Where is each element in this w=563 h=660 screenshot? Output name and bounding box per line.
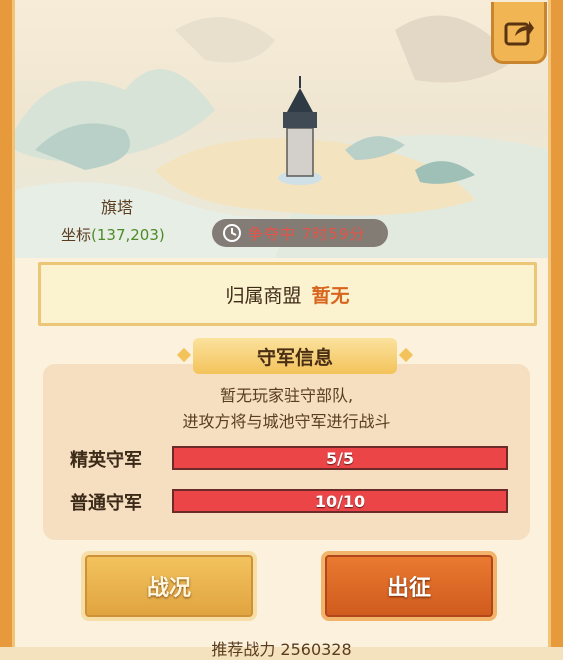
march-button[interactable]: 出征: [321, 551, 497, 621]
normal-defense-bar: 10/10: [172, 489, 508, 513]
coordinate-label: 坐标: [61, 226, 92, 244]
normal-defense-label: 普通守军: [70, 493, 142, 514]
share-icon: [504, 20, 534, 45]
alliance-label: 归属商盟: [225, 284, 302, 307]
building-name: 旗塔: [101, 198, 134, 217]
contest-timer: 争夺中 7时59分: [212, 219, 388, 247]
alliance-owner-box: 归属商盟 暂无: [38, 262, 537, 326]
elite-defense-label: 精英守军: [70, 450, 142, 471]
defense-info-title: 守军信息: [193, 338, 397, 374]
tower-panel: 旗塔 坐标(137,203) 争夺中 7时59分 归属商盟 暂无 守军信息 暂无…: [12, 0, 551, 647]
elite-defense-bar: 5/5: [172, 446, 508, 470]
coordinate-value[interactable]: (137,203): [91, 226, 165, 244]
timer-text: 争夺中 7时59分: [248, 225, 366, 243]
defense-desc-line2: 进攻方将与城池守军进行战斗: [182, 412, 391, 431]
building-coordinate: 坐标(137,203): [61, 224, 165, 245]
alliance-value: 暂无: [311, 284, 350, 307]
battle-report-button[interactable]: 战况: [81, 551, 257, 621]
clock-icon: [223, 224, 241, 242]
elite-defense-count: 5/5: [325, 448, 355, 468]
share-button[interactable]: [491, 2, 547, 64]
normal-defense-count: 10/10: [314, 491, 366, 511]
recommended-power: 推荐战力 2560328: [211, 640, 352, 659]
defense-desc-line1: 暂无玩家驻守部队,: [219, 386, 354, 405]
